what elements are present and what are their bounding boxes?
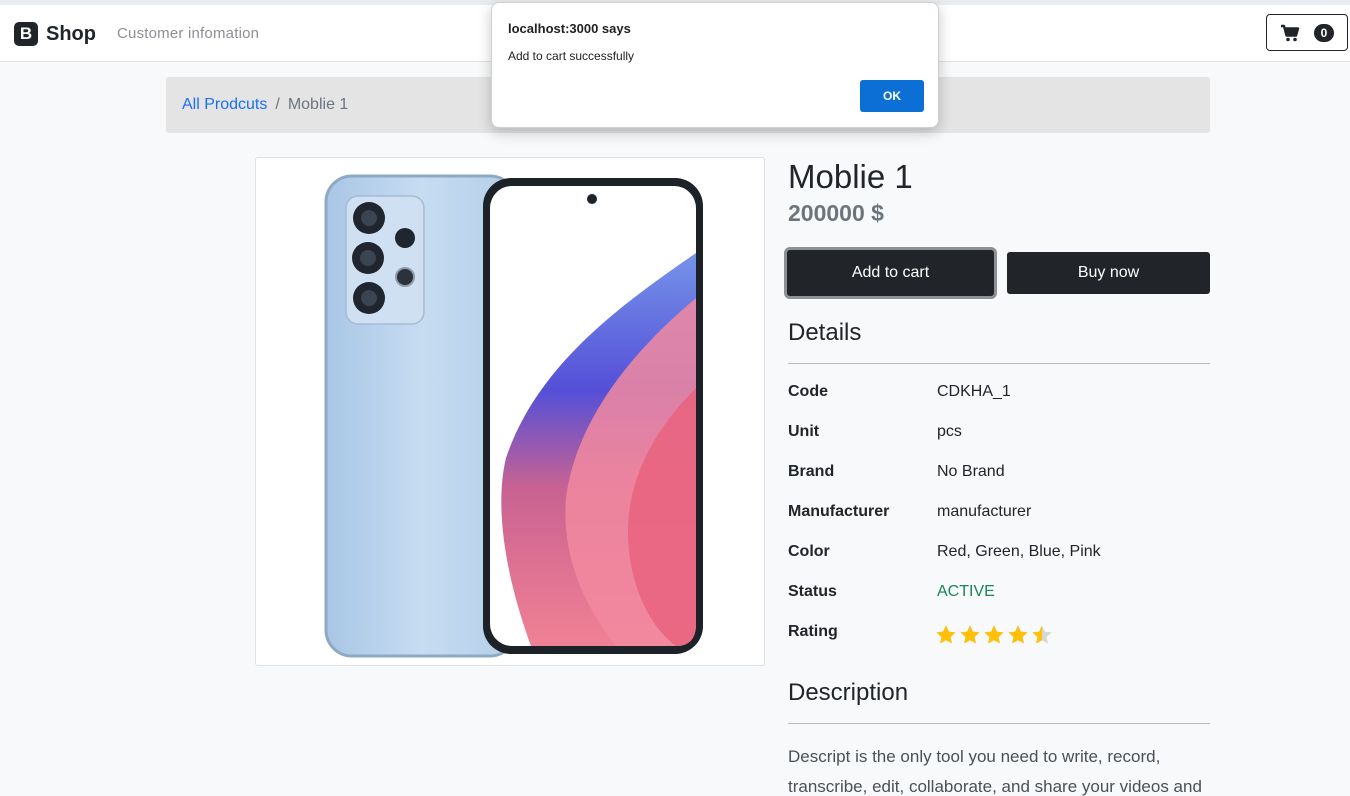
alert-dialog: localhost:3000 says Add to cart successf… bbox=[491, 2, 939, 128]
cart-button[interactable]: 0 bbox=[1266, 14, 1348, 51]
details-heading: Details bbox=[788, 319, 862, 346]
detail-label-brand: Brand bbox=[788, 463, 835, 480]
detail-value-status: ACTIVE bbox=[937, 583, 995, 600]
buy-now-button[interactable]: Buy now bbox=[1007, 252, 1210, 294]
star-icon bbox=[960, 625, 980, 644]
brand-logo: B bbox=[14, 22, 38, 46]
breadcrumb-separator: / bbox=[275, 96, 280, 113]
phone-illustration bbox=[324, 174, 703, 658]
detail-value-manufacturer: manufacturer bbox=[937, 503, 1032, 520]
detail-label-code: Code bbox=[788, 383, 828, 400]
star-icon bbox=[984, 625, 1004, 644]
dialog-ok-button[interactable]: OK bbox=[860, 80, 924, 112]
breadcrumb-link-all-products[interactable]: All Prodcuts bbox=[182, 96, 267, 114]
brand[interactable]: B Shop bbox=[14, 22, 96, 46]
detail-value-unit: pcs bbox=[937, 423, 962, 440]
cart-icon bbox=[1281, 24, 1300, 41]
detail-value-color: Red, Green, Blue, Pink bbox=[937, 543, 1101, 560]
detail-value-code: CDKHA_1 bbox=[937, 383, 1011, 400]
dialog-title: localhost:3000 says bbox=[508, 21, 631, 36]
nav-customer-information[interactable]: Customer infomation bbox=[117, 25, 259, 42]
rating-stars bbox=[935, 624, 1053, 646]
description-divider bbox=[788, 723, 1210, 724]
detail-label-manufacturer: Manufacturer bbox=[788, 503, 890, 520]
star-icon bbox=[1032, 625, 1052, 644]
description-heading: Description bbox=[788, 679, 909, 706]
details-divider bbox=[788, 363, 1210, 364]
detail-label-unit: Unit bbox=[788, 423, 820, 440]
detail-label-rating: Rating bbox=[788, 623, 838, 640]
star-icon bbox=[936, 625, 956, 644]
description-text: Descript is the only tool you need to wr… bbox=[788, 747, 1202, 796]
dialog-message: Add to cart successfully bbox=[508, 49, 635, 63]
detail-label-status: Status bbox=[788, 583, 837, 600]
breadcrumb-current: Moblie 1 bbox=[287, 96, 349, 113]
product-title: Moblie 1 bbox=[788, 158, 913, 195]
product-image bbox=[255, 157, 765, 666]
cart-count-badge: 0 bbox=[1314, 24, 1334, 42]
detail-value-brand: No Brand bbox=[937, 463, 1005, 480]
brand-text: Shop bbox=[46, 22, 96, 45]
detail-label-color: Color bbox=[788, 543, 830, 560]
star-icon bbox=[1008, 625, 1028, 644]
product-price: 200000 $ bbox=[788, 200, 884, 226]
add-to-cart-button[interactable]: Add to cart bbox=[787, 250, 994, 296]
